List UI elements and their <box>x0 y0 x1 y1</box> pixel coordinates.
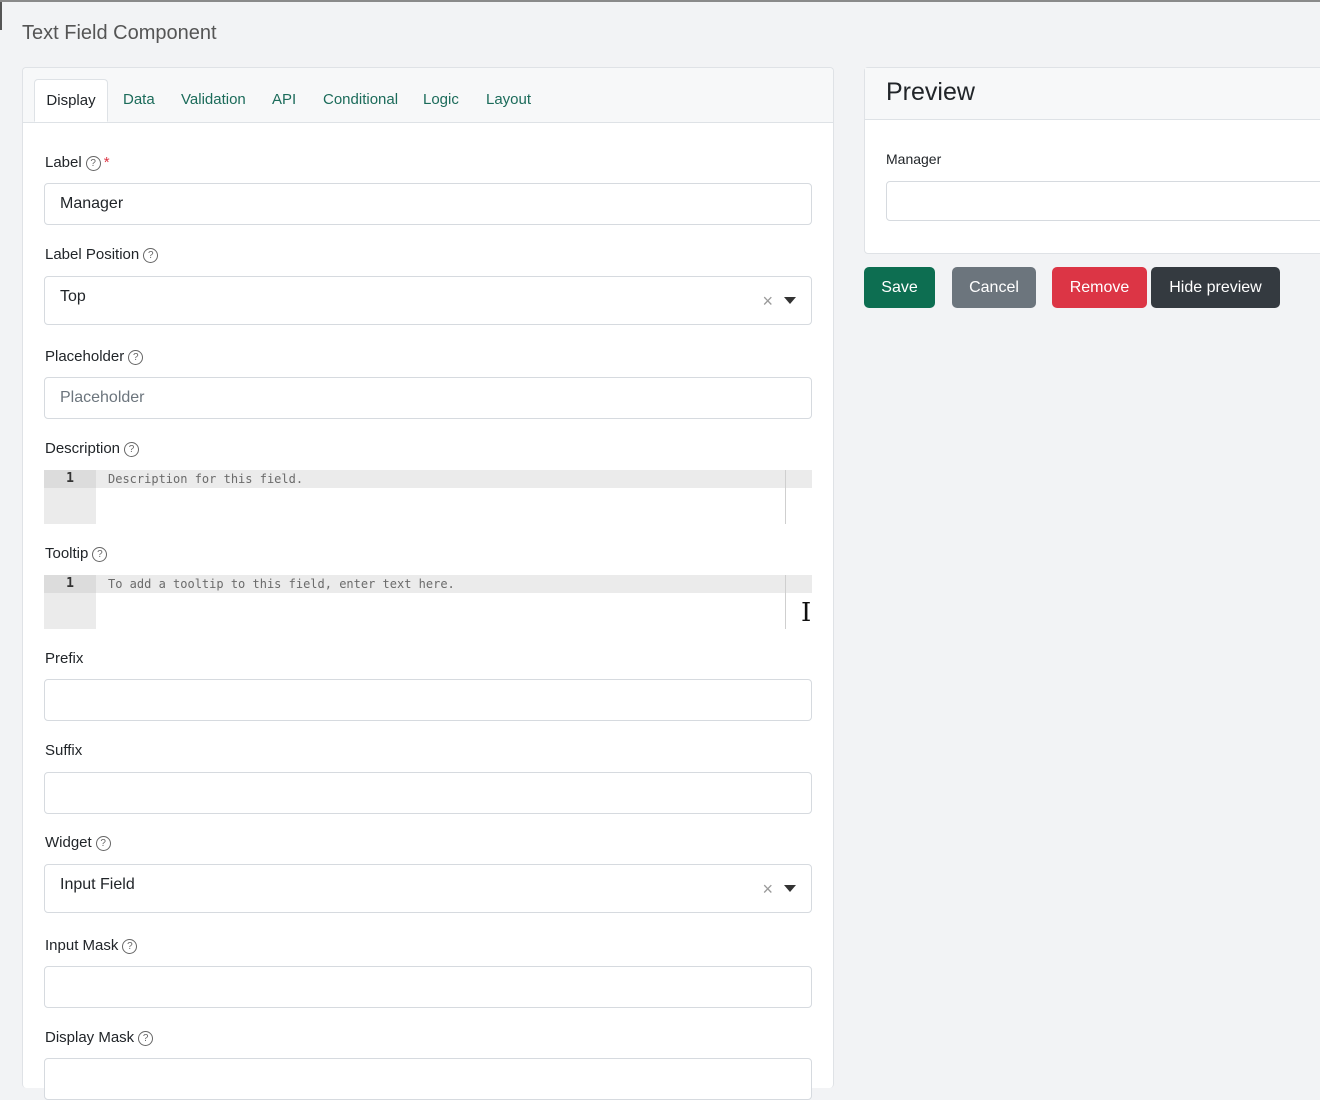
placeholder-input[interactable]: Placeholder <box>44 377 812 419</box>
clear-icon[interactable]: × <box>762 879 773 900</box>
input-mask-input[interactable] <box>44 966 812 1008</box>
required-asterisk: * <box>103 154 110 171</box>
window-edge <box>0 2 2 30</box>
label-position-label-text: Label Position <box>45 246 140 263</box>
label-position-select[interactable]: Top × <box>44 276 812 325</box>
line-number: 1 <box>44 575 96 593</box>
question-circle-icon[interactable]: ? <box>143 248 159 263</box>
description-label-text: Description <box>45 440 121 457</box>
dialog-title: Text Field Component <box>22 22 217 44</box>
preview-card: Preview Manager <box>864 67 1320 254</box>
tab-data[interactable]: Data <box>123 91 155 108</box>
question-circle-icon[interactable]: ? <box>124 442 140 457</box>
tab-api[interactable]: API <box>272 91 296 108</box>
placeholder-label-text: Placeholder <box>45 348 125 365</box>
remove-button[interactable]: Remove <box>1052 267 1147 308</box>
label-input[interactable]: Manager <box>44 183 812 225</box>
chevron-down-icon[interactable] <box>784 297 796 304</box>
description-label: Description? <box>45 440 140 457</box>
prefix-label: Prefix <box>45 650 84 667</box>
tooltip-editor[interactable]: 1 To add a tooltip to this field, enter … <box>44 575 812 629</box>
description-editor[interactable]: 1 Description for this field. <box>44 470 812 524</box>
preview-field-label: Manager <box>886 151 942 167</box>
preview-title: Preview <box>886 78 975 106</box>
suffix-input[interactable] <box>44 772 812 814</box>
display-mask-label-text: Display Mask <box>45 1029 135 1046</box>
editor-print-margin <box>785 575 786 629</box>
cancel-button[interactable]: Cancel <box>952 267 1036 308</box>
save-button[interactable]: Save <box>864 267 935 308</box>
description-editor-placeholder: Description for this field. <box>108 472 304 486</box>
display-mask-label: Display Mask? <box>45 1029 154 1046</box>
placeholder-label: Placeholder? <box>45 348 144 365</box>
hide-preview-button[interactable]: Hide preview <box>1151 267 1280 308</box>
widget-value: Input Field <box>60 876 135 893</box>
label-position-value: Top <box>60 288 86 305</box>
editor-print-margin <box>785 470 786 524</box>
question-circle-icon[interactable]: ? <box>138 1031 154 1046</box>
widget-label-text: Widget <box>45 834 92 851</box>
tooltip-label-text: Tooltip <box>45 545 89 562</box>
label-position-label: Label Position? <box>45 246 159 263</box>
tab-display[interactable]: Display <box>34 79 108 122</box>
question-circle-icon[interactable]: ? <box>128 350 144 365</box>
clear-icon[interactable]: × <box>762 291 773 312</box>
tab-validation[interactable]: Validation <box>181 91 246 108</box>
tab-logic[interactable]: Logic <box>423 91 459 108</box>
widget-label: Widget? <box>45 834 111 851</box>
preview-header: Preview <box>865 68 1320 120</box>
widget-select[interactable]: Input Field × <box>44 864 812 913</box>
display-mask-input[interactable] <box>44 1058 812 1100</box>
suffix-label: Suffix <box>45 742 83 759</box>
component-settings-card: Display Data Validation API Conditional … <box>22 67 834 1100</box>
line-number: 1 <box>44 470 96 488</box>
input-mask-label-text: Input Mask <box>45 937 119 954</box>
label-field-label-text: Label <box>45 154 82 171</box>
tooltip-label: Tooltip? <box>45 545 108 562</box>
tabs-bar: Display Data Validation API Conditional … <box>23 68 833 123</box>
question-circle-icon[interactable]: ? <box>95 836 111 851</box>
question-circle-icon[interactable]: ? <box>85 156 101 171</box>
question-circle-icon[interactable]: ? <box>122 939 138 954</box>
tab-conditional[interactable]: Conditional <box>323 91 398 108</box>
question-circle-icon[interactable]: ? <box>92 547 108 562</box>
tab-layout[interactable]: Layout <box>486 91 531 108</box>
label-field-label: Label? * <box>45 154 110 171</box>
window-top-border <box>0 0 1320 2</box>
tooltip-editor-placeholder: To add a tooltip to this field, enter te… <box>108 577 455 591</box>
input-mask-label: Input Mask? <box>45 937 138 954</box>
text-cursor-icon: I <box>801 598 812 628</box>
prefix-input[interactable] <box>44 679 812 721</box>
chevron-down-icon[interactable] <box>784 885 796 892</box>
preview-field-input[interactable] <box>886 181 1320 221</box>
